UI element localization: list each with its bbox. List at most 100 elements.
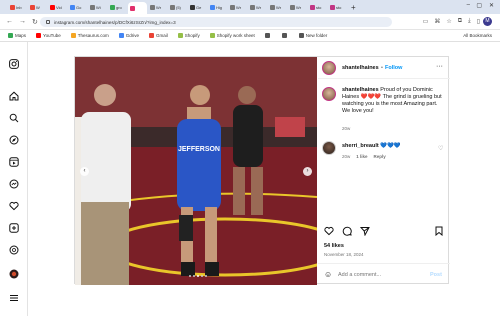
- bookmark-item[interactable]: YouTube: [36, 33, 61, 38]
- back-icon[interactable]: ←: [6, 18, 13, 25]
- follow-button[interactable]: Follow: [385, 65, 402, 71]
- site-info-icon[interactable]: [46, 20, 50, 24]
- download-icon[interactable]: ⤓: [468, 18, 471, 25]
- browser-tab[interactable]: Hig: [208, 2, 227, 12]
- like-count[interactable]: 54 likes: [324, 243, 344, 249]
- all-bookmarks[interactable]: All Bookmarks: [463, 33, 492, 38]
- cast-icon[interactable]: ▭: [423, 18, 429, 25]
- like-icon[interactable]: [324, 226, 334, 239]
- bookmark-label: Shopify: [184, 33, 200, 38]
- explore-icon[interactable]: [8, 134, 20, 146]
- create-icon[interactable]: [8, 222, 20, 234]
- browser-tab[interactable]: (5): [168, 2, 187, 12]
- next-slide-button[interactable]: ›: [303, 167, 312, 176]
- browser-tab[interactable]: Go: [68, 2, 87, 12]
- browser-tab[interactable]: sto: [308, 2, 327, 12]
- author-username[interactable]: shantelhaines: [342, 65, 379, 71]
- browser-tab[interactable]: [128, 2, 147, 14]
- slide-dot: [193, 275, 195, 277]
- post-comment-button[interactable]: Post: [430, 272, 442, 278]
- tab-strip: Inb W Vid Go Wi gro Wr (5) Ge Hig Wr Wr Wr Wr sto sto +: [0, 0, 500, 14]
- tab-label: Ge: [196, 4, 202, 10]
- tab-favicon-icon: [50, 4, 55, 10]
- star-icon[interactable]: ☆: [446, 18, 451, 25]
- reels-icon[interactable]: [8, 156, 20, 168]
- minimize-icon[interactable]: –: [467, 2, 470, 8]
- comment-text: 💙💙💙: [380, 143, 401, 149]
- bookmark-icon: [298, 33, 304, 38]
- emoji-icon[interactable]: ☺: [324, 270, 332, 279]
- comment: sherri_breault 💙💙💙: [342, 143, 401, 150]
- bookmarks-bar: Maps YouTube Thesaurus.com Gdrive Gmail Shopi…: [0, 30, 500, 42]
- more-options-icon[interactable]: ···: [436, 63, 443, 70]
- instagram-sidebar: [0, 42, 28, 316]
- post-header: shantelhaines • Follow ···: [318, 57, 450, 79]
- browser-tab[interactable]: sto: [328, 2, 347, 12]
- browser-tab[interactable]: Vid: [48, 2, 67, 12]
- commenter-avatar[interactable]: [322, 141, 336, 155]
- caption-username[interactable]: shantelhaines: [342, 87, 379, 93]
- slide-indicator: [189, 275, 207, 277]
- home-icon[interactable]: [8, 90, 20, 102]
- tab-favicon-icon: [70, 4, 75, 10]
- bookmark-item[interactable]: Gdrive: [118, 33, 139, 38]
- search-icon[interactable]: [8, 112, 20, 124]
- caption-avatar[interactable]: [322, 87, 336, 101]
- post-photo[interactable]: JEFFERSON ‹ ›: [75, 57, 317, 285]
- bookmark-item[interactable]: Maps: [8, 33, 26, 38]
- tab-label: Vid: [56, 4, 62, 10]
- bookmark-item[interactable]: Shopify work sheet: [209, 33, 255, 38]
- reply-button[interactable]: Reply: [374, 154, 386, 159]
- extensions-icon[interactable]: ⧉: [458, 18, 462, 25]
- save-icon[interactable]: [434, 226, 444, 238]
- tab-label: Go: [76, 4, 82, 10]
- browser-tab[interactable]: Wr: [288, 2, 307, 12]
- comment-username[interactable]: sherri_breault: [342, 143, 379, 149]
- new-tab-button[interactable]: +: [351, 3, 356, 12]
- toolbar: ← → ↻ instagram.com/shantelhaines/p/DCfX…: [0, 14, 500, 30]
- threads-icon[interactable]: [8, 244, 20, 256]
- bookmark-icon: [36, 33, 42, 38]
- address-bar[interactable]: instagram.com/shantelhaines/p/DCfXi6zSrZ…: [40, 17, 392, 27]
- browser-tab[interactable]: Wr: [228, 2, 247, 12]
- comment-likes[interactable]: 1 like: [356, 154, 367, 159]
- browser-tab[interactable]: Wi: [88, 2, 107, 12]
- slide-dot: [205, 275, 207, 277]
- profile-avatar[interactable]: M: [483, 17, 492, 26]
- browser-tab[interactable]: Wr: [268, 2, 287, 12]
- heart-icon[interactable]: [8, 200, 20, 212]
- browser-tab[interactable]: Ge: [188, 2, 207, 12]
- add-comment-input[interactable]: [338, 269, 424, 280]
- author-avatar[interactable]: [322, 61, 336, 75]
- translate-icon[interactable]: ⌘: [434, 18, 440, 25]
- slide-dot: [197, 275, 199, 277]
- close-window-icon[interactable]: ✕: [489, 2, 494, 9]
- comment-heart-icon[interactable]: ♡: [438, 145, 443, 152]
- tab-favicon-icon: [150, 4, 155, 10]
- share-icon[interactable]: [359, 226, 370, 239]
- browser-tab[interactable]: gro: [108, 2, 127, 12]
- bookmark-item[interactable]: New folder: [298, 33, 327, 38]
- bookmark-label: Gmail: [155, 33, 168, 38]
- messenger-icon[interactable]: [8, 178, 20, 190]
- browser-tab[interactable]: W: [28, 2, 47, 12]
- tab-favicon-icon: [30, 4, 35, 10]
- bookmark-item[interactable]: Thesaurus.com: [70, 33, 109, 38]
- instagram-logo-icon[interactable]: [8, 58, 20, 70]
- browser-tab[interactable]: Wr: [248, 2, 267, 12]
- bookmark-item[interactable]: Gmail: [148, 33, 168, 38]
- reload-icon[interactable]: ↻: [32, 18, 38, 26]
- sidepanel-icon[interactable]: ▯: [477, 18, 480, 25]
- profile-icon[interactable]: [8, 268, 20, 280]
- menu-icon[interactable]: [8, 292, 20, 304]
- maximize-icon[interactable]: ▢: [476, 2, 482, 9]
- comment-icon[interactable]: [342, 226, 352, 239]
- browser-tab[interactable]: Inb: [8, 2, 27, 12]
- bookmark-item[interactable]: [281, 33, 289, 38]
- previous-slide-button[interactable]: ‹: [80, 167, 89, 176]
- forward-icon[interactable]: →: [19, 18, 26, 25]
- bookmark-item[interactable]: [264, 33, 272, 38]
- browser-tab[interactable]: Wr: [148, 2, 167, 12]
- bookmark-label: Gdrive: [125, 33, 139, 38]
- bookmark-item[interactable]: Shopify: [177, 33, 200, 38]
